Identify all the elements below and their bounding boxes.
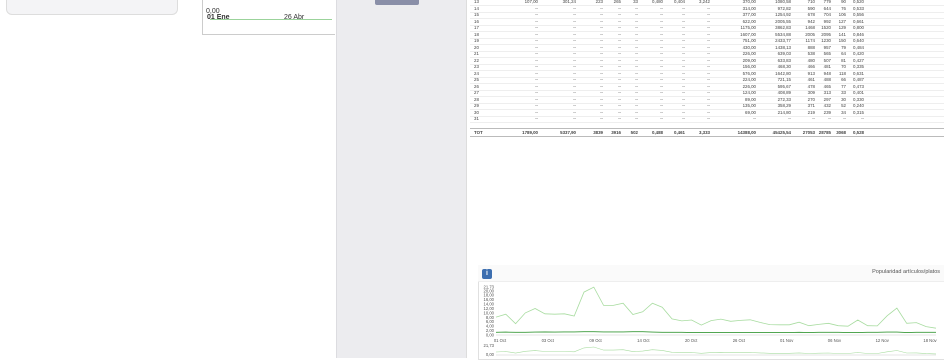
table-cell: TOT: [474, 129, 483, 135]
x-tick-label: 01 Nov: [780, 338, 794, 343]
x-tick-label: 01 Oct: [494, 338, 507, 343]
table-cell: 0,488: [652, 129, 663, 135]
left-card: [6, 0, 178, 15]
mini-chart-x-label-end: 26 Abr: [284, 14, 305, 21]
table-total-row: TOT 1789,00 5337,90 3839 3916 502 0,488 0,461 3,…: [470, 127, 944, 137]
table-cell: 28785: [818, 129, 831, 135]
table-cell: 1789,00: [522, 129, 538, 135]
x-tick-label: 03 Oct: [542, 338, 555, 343]
middle-panel-button[interactable]: [375, 0, 419, 5]
table-cell: --: [600, 116, 603, 121]
middle-panel: [336, 0, 467, 358]
table-cell: --: [828, 116, 831, 121]
x-tick-label: 06 Nov: [828, 338, 842, 343]
x-tick-label: 09 Oct: [589, 338, 602, 343]
table-cell: --: [707, 116, 710, 121]
x-tick-label: 12 Nov: [876, 338, 890, 343]
series-line-1: [495, 331, 936, 334]
popularity-line-chart: 21,7320,0018,0016,0014,0012,0010,008,006…: [484, 285, 938, 358]
table-cell: 0,528: [853, 129, 864, 135]
table-cell: 502: [630, 129, 638, 135]
table-cell: 5337,90: [560, 129, 576, 135]
table-cell: 0,461: [674, 129, 685, 135]
overview-series-line: [495, 346, 937, 355]
table-cell: --: [573, 116, 576, 121]
x-tick-label: 14 Oct: [637, 338, 650, 343]
table-cell: 31: [474, 116, 479, 121]
table-cell: --: [682, 116, 685, 121]
left-pane: [0, 0, 336, 358]
table-cell: --: [788, 116, 791, 121]
sales-table: 13 107,00 301,24 223 265 33 0,480 0,404 3,242 370…: [470, 0, 944, 255]
table-cell: 3,333: [699, 129, 710, 135]
chart-title: Popularidad artículos/platos: [872, 269, 940, 275]
x-tick-label: 26 Oct: [733, 338, 746, 343]
y-tick-label: 0,00: [486, 333, 495, 338]
table-row: 31 -- -- -- -- -- -- -- -- -- -- -- -- -- --: [470, 115, 944, 123]
table-cell: --: [753, 116, 756, 121]
table-cell: 3839: [593, 129, 603, 135]
table-cell: --: [535, 116, 538, 121]
info-icon: i: [486, 270, 488, 277]
overview-y-top: 21,73: [484, 343, 495, 348]
table-cell: 3068: [836, 129, 846, 135]
x-tick-label: 18 Nov: [923, 338, 937, 343]
table-cell: --: [635, 116, 638, 121]
table-cell: 14388,00: [737, 129, 756, 135]
table-cell: --: [812, 116, 815, 121]
table-cell: --: [618, 116, 621, 121]
mini-chart-x-label-start: 01 Ene: [207, 14, 230, 21]
table-cell: --: [660, 116, 663, 121]
series-line-0: [495, 286, 937, 329]
table-cell: 45425,54: [772, 129, 791, 135]
table-cell: 27053: [802, 129, 815, 135]
overview-y-zero: 0,00: [486, 352, 495, 357]
table-cell: 3916: [611, 129, 621, 135]
table-cell: --: [843, 116, 846, 121]
x-tick-label: 20 Oct: [685, 338, 698, 343]
table-cell: --: [861, 116, 864, 121]
